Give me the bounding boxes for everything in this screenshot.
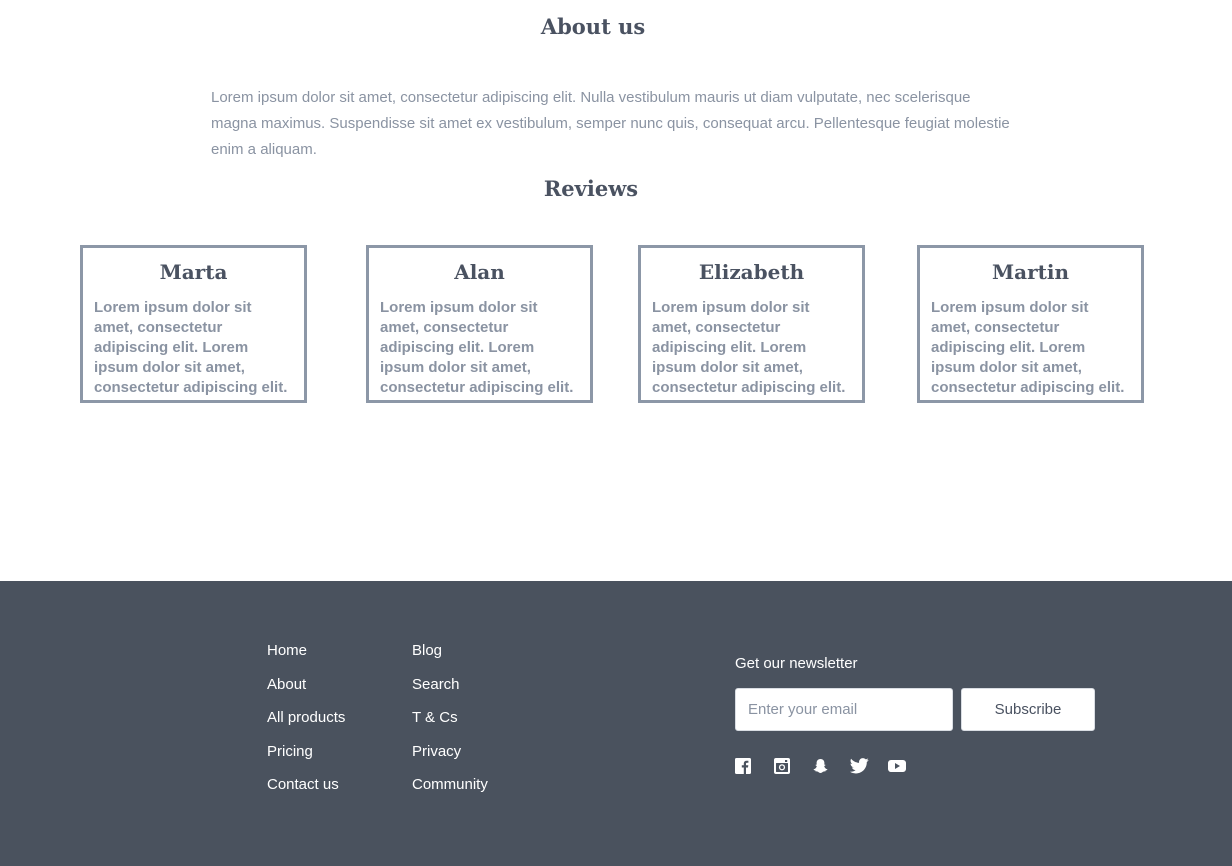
footer-link-contact-us[interactable]: Contact us — [267, 772, 345, 806]
footer-link-all-products[interactable]: All products — [267, 705, 345, 739]
review-text: Lorem ipsum dolor sit amet, consectetur … — [380, 299, 574, 396]
review-name: Martin — [991, 260, 1069, 284]
review-text: Lorem ipsum dolor sit amet, consectetur … — [94, 299, 288, 396]
instagram-icon[interactable] — [774, 756, 790, 776]
review-text: Lorem ipsum dolor sit amet, consectetur … — [652, 299, 846, 396]
subscribe-button[interactable]: Subscribe — [961, 688, 1095, 731]
footer-link-blog[interactable]: Blog — [412, 638, 488, 672]
about-title: About us — [540, 14, 646, 39]
footer-link-search[interactable]: Search — [412, 672, 488, 706]
review-card-alan: Alan Lorem ipsum dolor sit amet, consect… — [366, 245, 593, 403]
footer-link-privacy[interactable]: Privacy — [412, 739, 488, 773]
review-card-elizabeth: Elizabeth Lorem ipsum dolor sit amet, co… — [638, 245, 865, 403]
facebook-icon[interactable] — [735, 756, 751, 776]
footer-link-terms[interactable]: T & Cs — [412, 705, 488, 739]
about-text: Lorem ipsum dolor sit amet, consectetur … — [211, 89, 1010, 158]
review-name: Alan — [454, 260, 505, 284]
footer-nav-secondary: Blog Search T & Cs Privacy Community — [412, 638, 488, 806]
footer-link-pricing[interactable]: Pricing — [267, 739, 345, 773]
footer-link-about[interactable]: About — [267, 672, 345, 706]
footer-link-home[interactable]: Home — [267, 638, 345, 672]
review-text: Lorem ipsum dolor sit amet, consectetur … — [931, 299, 1125, 396]
review-name: Marta — [159, 260, 228, 284]
newsletter-label: Get our newsletter — [735, 655, 858, 672]
email-field[interactable] — [735, 688, 953, 731]
snapchat-icon[interactable] — [812, 756, 829, 776]
footer-nav-primary: Home About All products Pricing Contact … — [267, 638, 345, 806]
footer-link-community[interactable]: Community — [412, 772, 488, 806]
twitter-icon[interactable] — [850, 756, 869, 776]
reviews-title: Reviews — [543, 176, 639, 201]
review-card-marta: Marta Lorem ipsum dolor sit amet, consec… — [80, 245, 307, 403]
youtube-icon[interactable] — [888, 756, 906, 776]
review-card-martin: Martin Lorem ipsum dolor sit amet, conse… — [917, 245, 1144, 403]
review-name: Elizabeth — [698, 260, 805, 284]
